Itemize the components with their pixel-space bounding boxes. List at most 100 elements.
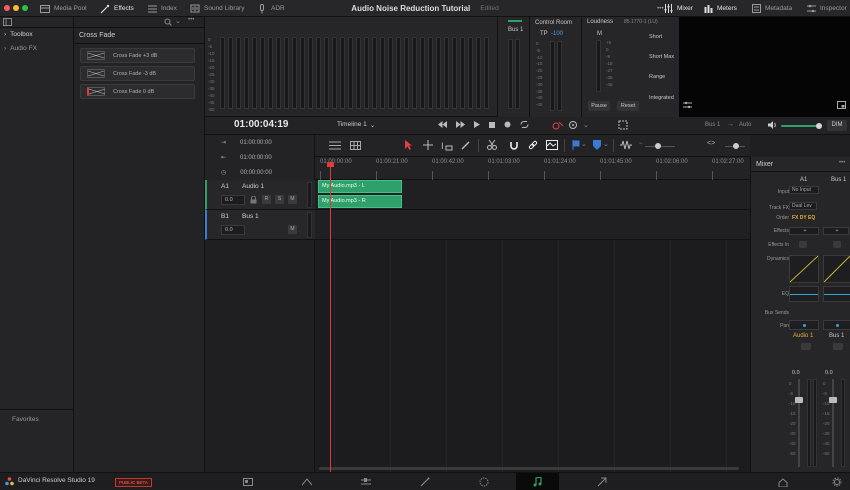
chevron-down-icon[interactable]: ⌄ (175, 17, 181, 25)
link-icon[interactable] (528, 140, 538, 152)
in-timecode[interactable]: 01:00:00:00 (240, 140, 272, 146)
lock-icon[interactable] (250, 195, 257, 206)
loop-icon[interactable] (520, 121, 529, 130)
fusion-page-icon[interactable] (420, 477, 430, 487)
out-timecode[interactable]: 01:00:00:00 (240, 155, 272, 161)
mixer-mute-button[interactable] (801, 343, 811, 350)
zoom-fit-icon[interactable]: <> (707, 140, 715, 147)
main-volume-slider[interactable] (781, 125, 821, 127)
media-page-icon[interactable] (243, 477, 253, 487)
minimize-window-icon[interactable] (13, 5, 19, 11)
index-tab[interactable]: Index (147, 0, 177, 17)
fader-handle[interactable] (795, 397, 803, 403)
mixer-tab[interactable]: Mixer (663, 0, 693, 17)
track-name[interactable]: Audio 1 (242, 183, 264, 190)
track-header-a1[interactable]: A1 Audio 1 0.0 R S M (205, 180, 315, 210)
timeline-selector[interactable]: Timeline 1 ⌄ (337, 121, 375, 129)
mixer-channel-volume[interactable]: 0.0 (825, 370, 833, 376)
fast-forward-icon[interactable] (456, 121, 465, 130)
track-lane-a1[interactable]: My Audio.mp3 - L My Audio.mp3 - R (315, 180, 750, 210)
sound-library-tab[interactable]: Sound Library (190, 0, 244, 17)
metadata-tab[interactable]: Metadata (751, 0, 792, 17)
maximize-window-icon[interactable] (22, 5, 28, 11)
chevron-down-icon[interactable]: ⌄ (603, 140, 609, 148)
track-volume[interactable]: 0.0 (221, 195, 245, 205)
track-lane-b1[interactable] (315, 210, 750, 240)
speaker-icon[interactable] (768, 121, 777, 131)
frame-icon[interactable] (618, 120, 628, 132)
pan-control[interactable] (823, 320, 850, 330)
fader-handle[interactable] (829, 397, 837, 403)
ellipsis-icon[interactable]: ••• (839, 160, 845, 166)
horizontal-scrollbar[interactable] (319, 467, 739, 470)
audio-waveform-icon[interactable] (620, 140, 632, 152)
fader-track[interactable] (798, 379, 800, 467)
grid-icon[interactable] (350, 141, 361, 152)
output-bus-label[interactable]: Bus 1 (705, 122, 720, 128)
track-volume[interactable]: 0.0 (221, 225, 245, 235)
track-name[interactable]: Bus 1 (242, 213, 259, 220)
zoom-handle[interactable] (655, 143, 661, 149)
effects-add-button[interactable]: + (823, 227, 849, 235)
crossfade-item-plus3[interactable]: Cross Fade +3 dB (80, 48, 195, 63)
viewer-options-icon[interactable] (683, 101, 692, 111)
vertical-zoom-handle[interactable] (733, 143, 739, 149)
solo-button[interactable]: S (275, 195, 284, 204)
record-arm-button[interactable]: R (262, 195, 271, 204)
track-fx-slot[interactable]: Dual Lev (789, 202, 817, 210)
timeline-ruler[interactable]: 01:00:00:00 01:00:21:00 01:00:42:00 01:01:0… (315, 157, 750, 180)
color-page-icon[interactable] (479, 477, 489, 487)
effects-add-button[interactable]: + (789, 227, 819, 235)
waveform-view-icon[interactable] (546, 140, 558, 152)
effects-tab[interactable]: Effects (100, 0, 134, 17)
playhead[interactable] (327, 162, 334, 472)
mixer-channel-name[interactable]: Bus 1 (829, 333, 844, 339)
monitor-icon[interactable] (568, 120, 578, 132)
main-volume-handle[interactable] (816, 123, 822, 129)
play-icon[interactable] (474, 121, 480, 130)
mixer-channel-volume[interactable]: 0.0 (792, 370, 800, 376)
edit-page-icon[interactable] (361, 477, 371, 487)
dynamics-graph[interactable] (823, 255, 850, 283)
record-icon[interactable] (504, 121, 511, 130)
range-selection-icon[interactable] (423, 140, 433, 152)
razor-icon[interactable] (487, 139, 497, 152)
pan-control[interactable] (789, 320, 819, 330)
marker-icon[interactable] (593, 140, 601, 152)
settings-gear-icon[interactable] (832, 477, 842, 487)
effects-in-toggle[interactable] (799, 241, 807, 248)
record-arm-icon[interactable] (551, 120, 565, 132)
cut-page-icon[interactable] (302, 477, 312, 487)
dim-button[interactable]: DIM (827, 120, 847, 131)
chevron-down-icon[interactable]: ⌄ (581, 140, 587, 148)
sidebar-item-audio-fx[interactable]: › Audio FX (4, 45, 37, 52)
selection-pointer-icon[interactable] (405, 140, 413, 152)
pause-button[interactable]: Pause (588, 101, 610, 111)
duration-timecode[interactable]: 00:00:00:00 (240, 170, 272, 176)
rewind-icon[interactable] (438, 121, 447, 130)
deliver-page-icon[interactable] (597, 477, 607, 487)
fader-track[interactable] (832, 379, 834, 467)
zoom-out-icon[interactable]: − (639, 141, 643, 147)
favorites-label[interactable]: Favorites (12, 416, 39, 423)
mixer-channel-name[interactable]: Audio 1 (793, 333, 813, 339)
automation-label[interactable]: Auto (739, 122, 751, 128)
playhead-handle[interactable] (327, 162, 334, 167)
reset-button[interactable]: Reset (617, 101, 639, 111)
flag-icon[interactable] (572, 140, 580, 152)
pip-icon[interactable] (837, 101, 846, 111)
fairlight-page-tab[interactable] (516, 473, 559, 490)
track-header-b1[interactable]: B1 Bus 1 0.0 M (205, 210, 315, 240)
pencil-icon[interactable] (461, 140, 471, 152)
crossfade-item-minus3[interactable]: Cross Fade -3 dB (80, 66, 195, 81)
search-icon[interactable] (164, 18, 172, 28)
timeline-tracks[interactable]: My Audio.mp3 - L My Audio.mp3 - R (315, 180, 750, 472)
chevron-down-icon[interactable]: ⌄ (583, 121, 589, 129)
mute-button[interactable]: M (288, 195, 297, 204)
crossfade-item-zero[interactable]: Cross Fade 0 dB (80, 84, 195, 99)
mute-button[interactable]: M (288, 225, 297, 234)
dynamics-graph[interactable] (789, 255, 819, 283)
eq-graph[interactable] (789, 286, 819, 302)
home-icon[interactable] (778, 477, 788, 487)
inspector-tab[interactable]: Inspector (806, 0, 847, 17)
